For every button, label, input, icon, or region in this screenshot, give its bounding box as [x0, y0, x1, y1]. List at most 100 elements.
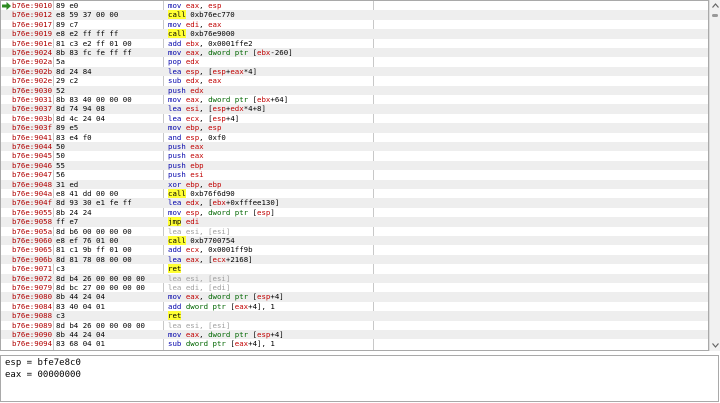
operand-reg: eax — [230, 66, 244, 76]
disasm-row[interactable]: b76e:9060 e8 ef 76 01 00 call 0xb7700754 — [1, 236, 708, 246]
disasm-row[interactable]: b76e:901e 81 c3 e2 ff 01 00 add ebx, 0x000… — [1, 39, 708, 48]
disasm-row[interactable]: b76e:9017 89 c7 mov edi, eax — [1, 20, 708, 29]
instruction-text: mov eax, dword ptr [ebx+64] — [168, 95, 288, 104]
disasm-row[interactable]: b76e:9088 c3 ret — [1, 311, 708, 321]
disasm-row[interactable]: b76e:9047 56 push esi — [1, 170, 708, 179]
operand-reg: esp — [212, 113, 226, 123]
instruction-bytes: c3 — [56, 311, 65, 321]
operand-imm: +2168] — [225, 254, 253, 264]
instruction-bytes: 8d 93 30 e1 fe ff — [56, 198, 132, 208]
instruction-text: call 0xb76ec770 — [168, 10, 235, 20]
instruction-address: b76e:9058 — [12, 217, 53, 227]
instruction-text: mov edi, eax — [168, 20, 221, 29]
disasm-row[interactable]: b76e:9030 52 push edx — [1, 85, 708, 95]
operand-imm: , — [199, 330, 209, 339]
disassembly-view[interactable]: b76e:9010 89 e0 mov eax, esp b76e:9012 e8 59… — [0, 0, 709, 351]
operand-reg: ebp — [185, 179, 200, 189]
disasm-row[interactable]: b76e:9037 8d 74 94 08 lea esi, [esp+edx*4+… — [1, 104, 708, 114]
instruction-address: b76e:9017 — [12, 19, 53, 29]
disasm-row[interactable]: b76e:9019 e8 e2 ff ff ff call 0xb76e9000 — [1, 29, 708, 39]
instruction-text: lea ecx, [esp+4] — [168, 114, 239, 123]
disasm-row[interactable]: b76e:905a 8d b6 00 00 00 00 lea esi, [esi] — [1, 227, 708, 236]
disasm-row[interactable]: b76e:904a e8 41 dd 00 00 call 0xb76f6d90 — [1, 189, 708, 198]
instruction-address: b76e:904a — [12, 189, 53, 198]
disasm-row[interactable]: b76e:9012 e8 59 37 00 00 call 0xb76ec770 — [1, 10, 708, 20]
disasm-row[interactable]: b76e:9046 55 push ebp — [1, 160, 708, 171]
instruction-text: mov esp, dword ptr [esp] — [168, 208, 275, 217]
instruction-address: b76e:9046 — [12, 160, 53, 170]
instruction-bytes: 8d 74 94 08 — [56, 104, 105, 114]
disasm-row[interactable]: b76e:902b 8d 24 84 lea esp, [esp+eax*4] — [1, 66, 708, 77]
operand-imm: -260] — [270, 48, 293, 57]
instruction-bytes: 8b 24 24 — [56, 207, 92, 217]
instruction-text: push ebp — [168, 161, 204, 170]
disasm-row[interactable]: b76e:9065 81 c1 9b ff 01 00 add ecx, 0x000… — [1, 245, 708, 254]
mnemonic: call — [168, 29, 186, 39]
operand-imm: esi, [esi] — [185, 320, 231, 330]
disasm-row[interactable]: b76e:9044 50 push eax — [1, 142, 708, 152]
instruction-address: b76e:902b — [12, 66, 53, 76]
operand-imm: +4], 1 — [248, 339, 275, 349]
instruction-address: b76e:9088 — [12, 311, 53, 321]
register-panel[interactable]: esp = bfe7e8c0 eax = 00000000 — [0, 355, 719, 402]
instruction-address: b76e:9047 — [12, 170, 53, 180]
mnemonic: mov — [168, 292, 182, 302]
disasm-row[interactable]: b76e:9031 8b 83 40 00 00 00 mov eax, dword… — [1, 95, 708, 104]
scroll-up-icon[interactable] — [711, 1, 720, 11]
instruction-address: b76e:9060 — [12, 236, 53, 245]
instruction-text: lea edi, [edi] — [168, 283, 230, 292]
instruction-bytes: 81 c3 e2 ff 01 00 — [56, 38, 132, 48]
instruction-address: b76e:9030 — [12, 85, 53, 95]
instruction-text: push eax — [168, 142, 204, 151]
instruction-bytes: 55 — [56, 160, 65, 170]
disasm-row[interactable]: b76e:902a 5a pop edx — [1, 57, 708, 66]
disasm-row[interactable]: b76e:9079 8d bc 27 00 00 00 00 lea edi, [e… — [1, 283, 708, 292]
operand-reg: edx — [185, 198, 200, 208]
scroll-down-icon[interactable] — [711, 340, 720, 350]
disasm-row[interactable]: b76e:9072 8d b4 26 00 00 00 00 lea esi, [e… — [1, 273, 708, 283]
disasm-row[interactable]: b76e:9080 8b 44 24 04 mov eax, dword ptr [… — [1, 292, 708, 302]
disasm-row[interactable]: b76e:9010 89 e0 mov eax, esp — [1, 1, 708, 10]
operand-reg: eax — [234, 339, 249, 349]
instruction-address: b76e:9012 — [12, 10, 53, 20]
disasm-row[interactable]: b76e:9024 8b 83 fc fe ff ff mov eax, dword… — [1, 48, 708, 58]
disasm-row[interactable]: b76e:9055 8b 24 24 mov esp, dword ptr [esp… — [1, 208, 708, 217]
disasm-row[interactable]: b76e:9094 83 68 04 01 sub dword ptr [eax+4… — [1, 339, 708, 348]
operand-reg: eax — [185, 254, 200, 264]
disasm-row[interactable]: b76e:9048 31 ed xor ebp, ebp — [1, 179, 708, 189]
disasm-row[interactable]: b76e:9058 ff e7 jmp edi — [1, 217, 708, 227]
disasm-row[interactable]: b76e:903f 89 e5 mov ebp, esp — [1, 123, 708, 133]
instruction-text: pop edx — [168, 57, 199, 66]
disasm-row[interactable]: b76e:906b 8d 81 78 08 00 00 lea eax, [ecx+… — [1, 254, 708, 265]
operand-reg: eax — [190, 142, 204, 151]
instruction-text: push eax — [168, 151, 204, 160]
disasm-row[interactable]: b76e:902e 29 c2 sub edx, eax — [1, 76, 708, 85]
disasm-row[interactable]: b76e:9045 50 push eax — [1, 151, 708, 160]
operand-imm: edi, [edi] — [185, 283, 231, 292]
instruction-text: lea esp, [esp+eax*4] — [168, 67, 257, 76]
instruction-text: mov eax, esp — [168, 1, 221, 10]
disasm-row[interactable]: b76e:9084 83 40 04 01 add dword ptr [eax+4… — [1, 302, 708, 311]
disasm-row[interactable]: b76e:904f 8d 93 30 e1 fe ff lea edx, [ebx+… — [1, 198, 708, 208]
operand-reg: esp — [257, 330, 271, 339]
operand-imm: 0xb76f6d90 — [190, 189, 235, 198]
operand-imm: 0xb76e9000 — [190, 29, 235, 39]
instruction-bytes: e8 ef 76 01 00 — [56, 236, 119, 245]
scroll-thumb[interactable] — [712, 14, 718, 17]
disasm-row[interactable]: b76e:9089 8d b4 26 00 00 00 00 lea esi, [e… — [1, 321, 708, 330]
register-line-esp: esp = bfe7e8c0 — [5, 358, 81, 368]
disasm-row[interactable]: b76e:9041 83 e4 f0 and esp, 0xf0 — [1, 133, 708, 142]
instruction-bytes: 83 e4 f0 — [56, 132, 92, 142]
instruction-address: b76e:9024 — [12, 48, 53, 57]
disasm-row[interactable]: b76e:9090 8b 44 24 04 mov eax, dword ptr [… — [1, 330, 708, 340]
disasm-row[interactable]: b76e:903b 8d 4c 24 04 lea ecx, [esp+4] — [1, 114, 708, 123]
operand-ptr: dword ptr — [208, 330, 253, 339]
instruction-bytes: 50 — [56, 142, 65, 151]
vertical-scrollbar[interactable] — [709, 0, 720, 351]
instruction-text: lea esi, [esi] — [168, 321, 230, 330]
operand-reg: ebp — [185, 123, 200, 133]
instruction-text: call 0xb76f6d90 — [168, 189, 235, 198]
operand-imm: esi, [esi] — [185, 226, 231, 236]
instruction-address: b76e:902a — [12, 57, 53, 67]
disasm-row[interactable]: b76e:9071 c3 ret — [1, 264, 708, 274]
